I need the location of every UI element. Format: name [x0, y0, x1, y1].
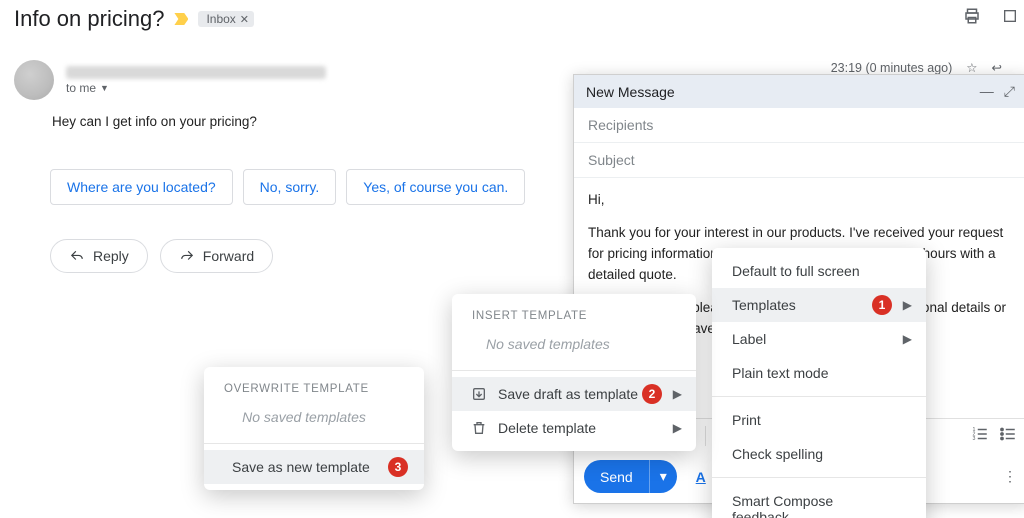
chevron-right-icon: ▶: [673, 387, 682, 401]
star-icon[interactable]: ☆: [966, 60, 977, 75]
menu-smart-compose-feedback[interactable]: Smart Compose feedback: [712, 484, 926, 518]
chevron-right-icon: ▶: [673, 421, 682, 435]
compose-title: New Message: [586, 84, 980, 100]
important-marker-icon[interactable]: [174, 13, 188, 25]
templates-submenu: INSERT TEMPLATE No saved templates Save …: [452, 294, 696, 451]
compose-header[interactable]: New Message — ⤢: [574, 75, 1024, 108]
chevron-right-icon: ▶: [903, 332, 912, 346]
smart-reply-3[interactable]: Yes, of course you can.: [346, 169, 525, 205]
email-meta: 23:19 (0 minutes ago) ☆ ↩: [831, 60, 1002, 75]
numbered-list-icon[interactable]: 123: [971, 425, 989, 446]
reply-icon[interactable]: ↩: [992, 60, 1002, 75]
forward-button[interactable]: Forward: [160, 239, 273, 273]
save-icon: [470, 386, 488, 402]
thread-top-actions: [962, 6, 1020, 26]
chevron-right-icon: ▶: [903, 298, 912, 312]
close-icon[interactable]: ✕: [240, 13, 249, 26]
no-saved-templates-text: No saved templates: [204, 401, 424, 437]
no-saved-templates-text: No saved templates: [452, 328, 696, 364]
email-subject: Info on pricing?: [14, 6, 164, 32]
text-format-icon[interactable]: A: [691, 467, 711, 487]
menu-label[interactable]: Label ▶: [712, 322, 926, 356]
subject-field[interactable]: Subject: [574, 143, 1024, 178]
send-button[interactable]: Send ▾: [584, 460, 677, 493]
print-icon[interactable]: [962, 6, 982, 26]
menu-print[interactable]: Print: [712, 403, 926, 437]
more-options-icon[interactable]: ⋮: [1003, 468, 1017, 485]
sender-name: [66, 66, 326, 79]
trash-icon: [470, 420, 488, 436]
expand-icon[interactable]: ⤢: [1004, 83, 1015, 100]
inbox-label-text: Inbox: [206, 12, 235, 26]
menu-save-draft-template[interactable]: Save draft as template 2 ▶: [452, 377, 696, 411]
menu-default-fullscreen[interactable]: Default to full screen: [712, 254, 926, 288]
menu-save-as-new-template[interactable]: Save as new template 3: [204, 450, 424, 484]
step-badge-3: 3: [388, 457, 408, 477]
step-badge-1: 1: [872, 295, 892, 315]
chevron-down-icon: ▼: [100, 83, 109, 93]
window-controls: — ⤢: [980, 83, 1015, 100]
overwrite-template-heading: OVERWRITE TEMPLATE: [204, 373, 424, 401]
svg-text:3: 3: [973, 436, 976, 442]
bulleted-list-icon[interactable]: [999, 425, 1017, 446]
smart-reply-2[interactable]: No, sorry.: [243, 169, 337, 205]
minimize-icon[interactable]: —: [980, 83, 994, 100]
avatar: [14, 60, 54, 100]
menu-templates[interactable]: Templates 1 ▶: [712, 288, 926, 322]
send-split-icon[interactable]: ▾: [649, 460, 677, 493]
popout-icon[interactable]: [1000, 6, 1020, 26]
reply-button[interactable]: Reply: [50, 239, 148, 273]
overwrite-submenu: OVERWRITE TEMPLATE No saved templates Sa…: [204, 367, 424, 490]
menu-delete-template[interactable]: Delete template ▶: [452, 411, 696, 445]
forward-arrow-icon: [179, 249, 195, 263]
menu-plain-text[interactable]: Plain text mode: [712, 356, 926, 390]
to-line[interactable]: to me ▼: [66, 81, 326, 95]
step-badge-2: 2: [642, 384, 662, 404]
compose-more-menu: Default to full screen Templates 1 ▶ Lab…: [712, 248, 926, 518]
subject-row: Info on pricing? Inbox ✕: [14, 6, 1024, 32]
smart-reply-1[interactable]: Where are you located?: [50, 169, 233, 205]
recipients-field[interactable]: Recipients: [574, 108, 1024, 143]
menu-check-spelling[interactable]: Check spelling: [712, 437, 926, 471]
reply-arrow-icon: [69, 249, 85, 263]
inbox-label-chip[interactable]: Inbox ✕: [198, 11, 254, 27]
email-timestamp: 23:19 (0 minutes ago): [831, 61, 953, 75]
insert-template-heading: INSERT TEMPLATE: [452, 300, 696, 328]
